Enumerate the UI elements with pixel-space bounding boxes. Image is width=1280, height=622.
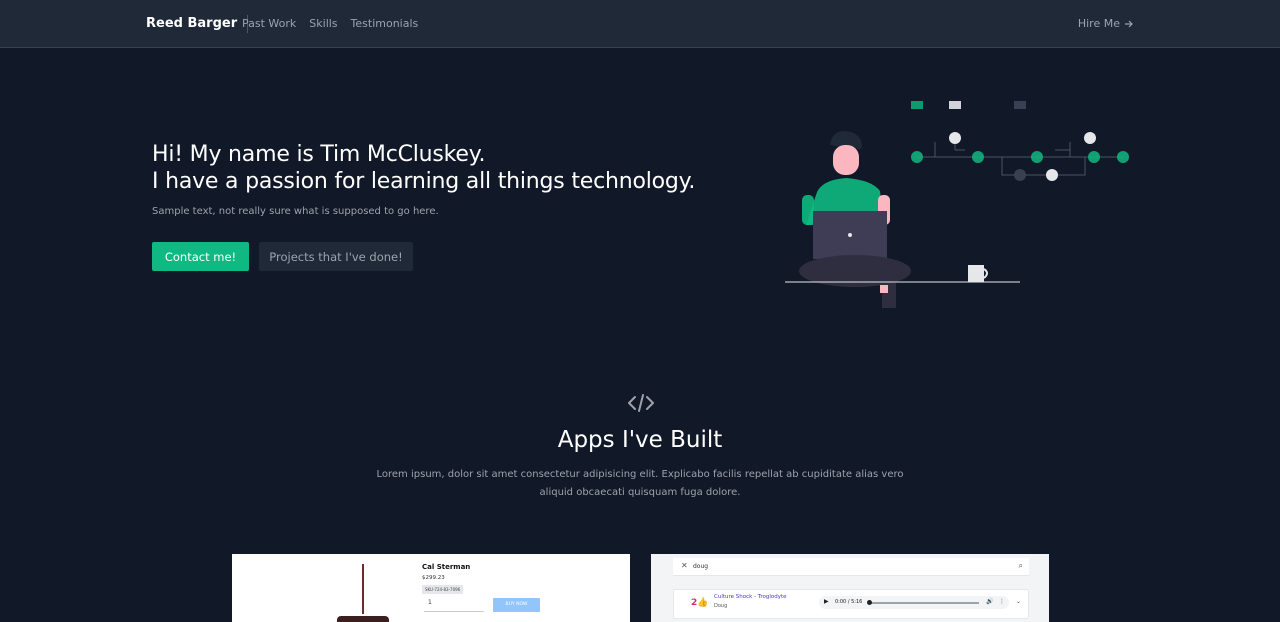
chevron-down-icon[interactable]: ⌄	[1016, 598, 1021, 605]
app-card-music[interactable]: ✕ doug ⌕ 2👍 Culture Shock - Troglodyte D…	[651, 554, 1049, 622]
hire-me-link[interactable]: Hire Me	[1078, 17, 1134, 30]
coffee-mug-icon	[968, 265, 988, 282]
song-rank: 2👍	[691, 598, 709, 608]
audio-time: 0:00 / 5:16	[835, 599, 863, 605]
play-icon[interactable]: ▶	[824, 598, 829, 605]
audio-progress-knob[interactable]	[867, 600, 872, 605]
nav-link-testimonials[interactable]: Testimonials	[351, 17, 419, 30]
hero-heading: Hi! My name is Tim McCluskey. I have a p…	[152, 141, 695, 195]
contact-button[interactable]: Contact me!	[152, 242, 249, 271]
nav-links: Past Work Skills Testimonials	[242, 17, 418, 30]
arrow-right-icon	[1125, 20, 1133, 27]
apps-section-description: Lorem ipsum, dolor sit amet consectetur …	[376, 469, 904, 498]
lamp-shade-image	[337, 616, 389, 622]
top-navbar: Reed Barger Past Work Skills Testimonial…	[0, 0, 1280, 48]
brand-logo[interactable]: Reed Barger	[146, 15, 249, 33]
hero-illustration	[785, 101, 1129, 308]
person-with-laptop	[799, 130, 911, 308]
thumbs-up-icon[interactable]: 👍	[697, 598, 708, 608]
audio-player[interactable]: ▶ 0:00 / 5:16 🔊 ⋮	[819, 596, 1009, 609]
lamp-image	[362, 564, 364, 614]
code-icon	[628, 394, 654, 412]
hero-subtitle: Sample text, not really sure what is sup…	[152, 206, 439, 217]
more-options-icon[interactable]: ⋮	[999, 598, 1005, 605]
product-price: $299.23	[422, 575, 445, 581]
nav-link-skills[interactable]: Skills	[309, 17, 337, 30]
song-row[interactable]: 2👍 Culture Shock - Troglodyte Doug ▶ 0:0…	[673, 589, 1029, 619]
volume-icon[interactable]: 🔊	[986, 598, 993, 605]
app-card-store[interactable]: Cal Sterman $299.23 SKU-724-83-7096 1 BU…	[232, 554, 630, 622]
nav-link-past-work[interactable]: Past Work	[242, 17, 296, 30]
music-search-input[interactable]: doug	[693, 563, 708, 570]
product-name: Cal Sterman	[422, 563, 471, 571]
song-title[interactable]: Culture Shock - Troglodyte	[714, 594, 787, 600]
projects-button[interactable]: Projects that I've done!	[259, 242, 413, 271]
song-artist: Doug	[714, 603, 728, 609]
close-icon[interactable]: ✕	[681, 561, 688, 570]
apps-section-title: Apps I've Built	[557, 427, 723, 453]
buy-now-button[interactable]: BUY NOW	[493, 598, 540, 612]
search-icon[interactable]: ⌕	[1019, 561, 1023, 571]
audio-progress-bar[interactable]	[869, 602, 979, 604]
hire-me-label: Hire Me	[1077, 17, 1120, 30]
quantity-input[interactable]: 1	[424, 599, 484, 612]
network-graph	[911, 101, 1129, 181]
hero-heading-line1: Hi! My name is Tim McCluskey.	[152, 142, 486, 167]
hero-heading-line2: I have a passion for learning all things…	[152, 169, 696, 194]
music-search-bar[interactable]: ✕ doug ⌕	[673, 558, 1029, 576]
product-sku-chip: SKU-724-83-7096	[422, 585, 464, 594]
